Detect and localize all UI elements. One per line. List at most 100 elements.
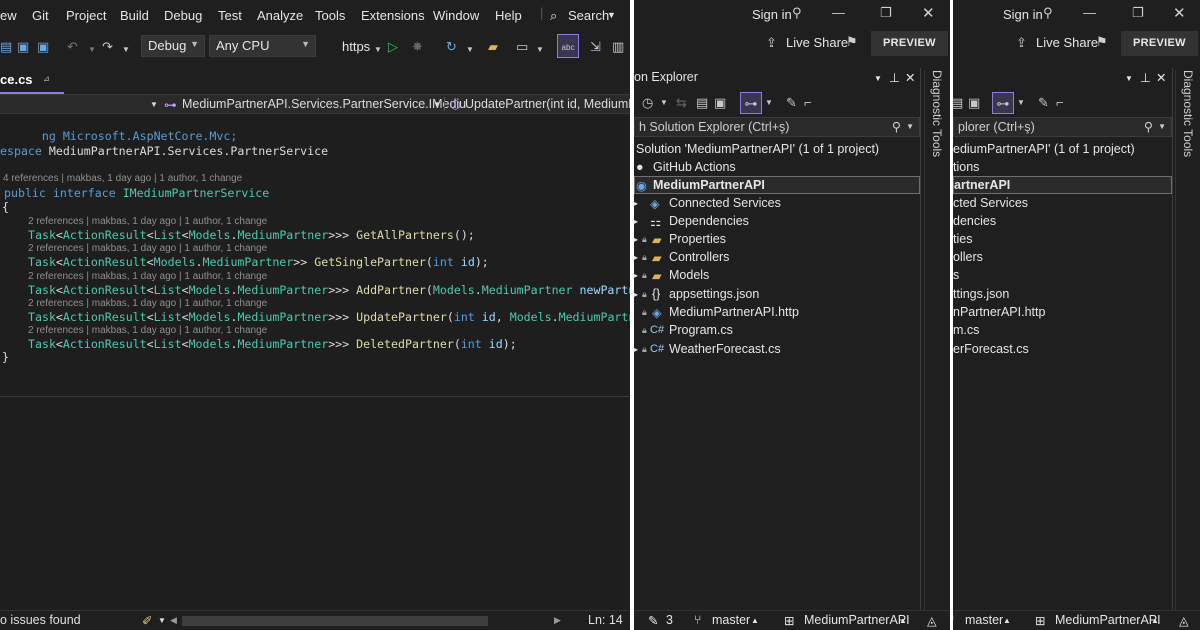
expand-icon[interactable]: ▸ [634,345,638,354]
menu-test[interactable]: Test [218,8,242,23]
menu-window[interactable]: Window [433,8,479,23]
tree-item-properties[interactable]: ties [953,231,1172,249]
chevron-down-icon[interactable]: ▼ [1158,122,1166,131]
nav-member-select[interactable]: UpdatePartner(int id, MediumPart [465,97,630,111]
menu-view[interactable]: ew [0,8,17,23]
tree-item-connected-services[interactable]: cted Services [953,195,1172,213]
redo-icon[interactable]: ↷ [102,39,113,55]
tree-item-solution[interactable]: ediumPartnerAPI' (1 of 1 project) [953,141,1172,159]
close-button[interactable]: ✕ [922,4,935,22]
preview-button[interactable]: PREVIEW [871,31,948,56]
chevron-down-icon[interactable]: ▼ [1125,74,1133,92]
pending-changes-count[interactable]: 3 [666,613,673,627]
tree-item-dependencies[interactable]: dencies [953,213,1172,231]
search-icon[interactable]: ⌕ [550,8,557,24]
show-all-files-icon[interactable]: ▣ [714,95,726,111]
close-icon[interactable]: ✕ [905,70,915,88]
layout-dropdown-icon[interactable]: ▼ [536,42,544,58]
expand-icon[interactable]: ▸ [634,199,638,208]
expand-icon[interactable]: ▸ [634,253,638,262]
chevron-up-icon[interactable]: ▲ [1003,616,1011,625]
wrench-icon[interactable]: ✎ [1038,95,1049,111]
tree-item-program[interactable]: m.cs [953,322,1172,340]
account-icon[interactable]: ⚲ [792,5,802,21]
menu-git[interactable]: Git [32,8,49,23]
redo-dropdown-icon[interactable]: ▼ [122,42,130,58]
chevron-down-icon[interactable]: ▼ [1017,98,1025,107]
start-without-debug-icon[interactable]: ▷ [388,39,398,55]
diagnostic-tools-tab[interactable]: Diagnostic Tools [924,70,950,610]
undo-icon[interactable]: ↶ [67,39,78,55]
search-icon[interactable]: ⚲ [1144,119,1153,134]
show-all-files-icon[interactable]: ▣ [968,95,980,111]
preview-icon[interactable]: ⌐ [804,95,812,110]
expand-icon[interactable]: ▸ [634,217,638,226]
chevron-down-icon[interactable]: ▼ [158,616,166,625]
menu-debug[interactable]: Debug [164,8,202,23]
codelens-method[interactable]: 2 references | makbas, 1 day ago | 1 aut… [28,243,267,254]
tree-item-appsettings[interactable]: ▸ 🔒︎ {} appsettings.json [634,286,921,304]
brush-icon[interactable]: ✐ [142,613,152,628]
issues-indicator[interactable]: o issues found [0,613,81,627]
feedback-icon[interactable]: ⚑ [1096,34,1108,50]
tree-item-github-actions[interactable]: tions [953,159,1172,177]
minimize-button[interactable]: — [832,5,845,20]
expand-icon[interactable]: ▸ [634,271,638,280]
save-all-icon[interactable]: ▣ [37,39,49,55]
codelens-method[interactable]: 2 references | makbas, 1 day ago | 1 aut… [28,271,267,282]
menu-project[interactable]: Project [66,8,106,23]
tree-item-http-file[interactable]: nPartnerAPI.http [953,304,1172,322]
pin-icon[interactable]: ⊥ [889,70,900,88]
close-button[interactable]: ✕ [1173,4,1186,22]
chevron-up-icon[interactable]: ▲ [899,616,907,625]
chevron-down-icon[interactable]: ▼ [433,100,441,109]
live-share-icon[interactable]: ⇪ [766,35,777,51]
line-indicator[interactable]: Ln: 14 [588,613,623,627]
live-share-icon[interactable]: ⇪ [1016,35,1027,51]
wrench-icon[interactable]: ✎ [786,95,797,111]
chevron-down-icon[interactable]: ▼ [150,100,158,109]
branch-name[interactable]: master [712,613,750,627]
chevron-down-icon[interactable]: ▼ [660,98,668,107]
feedback-icon[interactable]: ⚑ [846,34,858,50]
tree-item-controllers[interactable]: ▸ 🔒︎ ▰ Controllers [634,249,921,267]
repo-name[interactable]: MediumPartnerAPI [804,613,910,627]
account-icon[interactable]: ⚲ [1043,5,1053,21]
run-target-label[interactable]: https [342,39,370,55]
live-share-button[interactable]: Live Share [786,35,848,50]
save-icon[interactable]: ▣ [17,39,29,55]
tree-item-github-actions[interactable]: ● GitHub Actions [634,159,921,177]
code-area[interactable]: ng Microsoft.AspNetCore.Mvc; espace Medi… [0,114,630,396]
tree-item-models[interactable]: s [953,267,1172,285]
search-button[interactable]: Search [568,8,609,23]
tree-item-weatherforecast[interactable]: erForecast.cs [953,341,1172,359]
scroll-right-icon[interactable]: ▶ [554,615,561,626]
chevron-up-icon[interactable]: ▲ [1151,616,1159,625]
notification-icon[interactable]: ◬ [1179,613,1189,628]
history-icon[interactable]: ◷ [642,95,653,111]
horizontal-scrollbar[interactable] [182,616,488,626]
restore-button[interactable]: ❐ [880,5,892,21]
menu-help[interactable]: Help [495,8,522,23]
chevron-down-icon[interactable]: ▼ [765,98,773,107]
hot-reload-icon[interactable]: ✸ [412,39,423,55]
codelens-method[interactable]: 2 references | makbas, 1 day ago | 1 aut… [28,325,267,336]
sign-in-link[interactable]: Sign in [752,7,792,22]
menu-extensions[interactable]: Extensions [361,8,425,23]
repo-icon[interactable]: ⊞ [784,613,794,628]
search-icon[interactable]: ⚲ [892,119,901,134]
sign-in-link[interactable]: Sign in [1003,7,1043,22]
preview-button[interactable]: PREVIEW [1121,31,1198,56]
tree-item-project[interactable]: artnerAPI [953,176,1172,194]
folder-icon[interactable]: ▰ [488,39,498,55]
repo-icon[interactable]: ⊞ [1035,613,1045,628]
panel-icon[interactable]: ▥ [612,39,624,55]
minimize-button[interactable]: — [1083,5,1096,20]
live-share-button[interactable]: Live Share [1036,35,1098,50]
solution-search-input[interactable]: plorer (Ctrl+ş) ⚲ ▼ [953,117,1172,137]
branch-icon[interactable]: ⑂ [953,613,955,627]
codelens-method[interactable]: 2 references | makbas, 1 day ago | 1 aut… [28,298,267,309]
menu-build[interactable]: Build [120,8,149,23]
nav-type-select[interactable]: MediumPartnerAPI.Services.PartnerService… [182,97,466,111]
refresh-dropdown-icon[interactable]: ▼ [466,42,474,58]
